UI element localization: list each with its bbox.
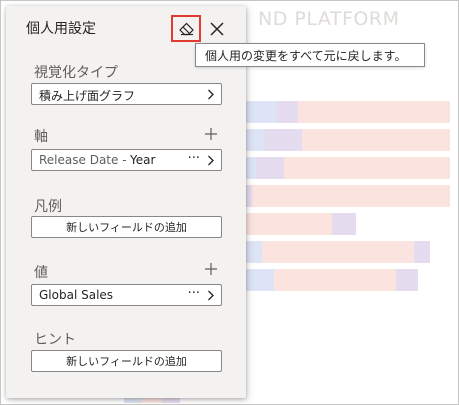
background-bar [276,101,298,123]
background-bar [298,101,450,123]
background-bar [284,157,450,179]
background-bar [332,213,356,235]
tooltips-add-field-button[interactable]: 新しいフィールドの追加 [31,350,222,372]
background-bar [246,269,274,291]
add-axis-plus-icon[interactable] [204,127,218,141]
chevron-right-icon[interactable] [207,155,215,166]
axis-label: 軸 [34,129,48,145]
axis-field-name: Release Date - [39,153,127,167]
chevron-right-icon[interactable] [207,290,215,301]
chevron-right-icon [208,89,214,100]
background-chart-title: ND PLATFORM [258,8,400,30]
background-bar [264,129,302,151]
values-field-well[interactable]: Global Sales ··· [31,284,222,306]
close-button[interactable] [206,18,228,40]
visual-type-dropdown[interactable]: 積み上げ面グラフ [31,83,222,105]
add-value-plus-icon[interactable] [204,262,218,276]
background-bar [414,241,430,263]
background-bar [274,269,396,291]
visual-type-label: 視覚化タイプ [34,65,118,81]
axis-field-hierarchy: Year [130,153,156,167]
background-bar [246,101,276,123]
background-bar [246,157,256,179]
tooltips-label: ヒント [34,332,76,348]
values-label: 値 [34,265,48,281]
more-options-icon[interactable]: ··· [188,151,200,166]
background-bar [252,185,450,207]
eraser-icon [178,22,194,35]
legend-add-field-button[interactable]: 新しいフィールドの追加 [31,216,222,238]
background-bar [262,241,414,263]
close-icon [210,22,224,36]
values-field-name: Global Sales [39,288,114,302]
panel-title: 個人用設定 [26,21,96,37]
background-bar [396,269,418,291]
reset-button[interactable] [171,15,201,42]
legend-label: 凡例 [34,199,62,215]
background-bar [246,213,332,235]
background-bar [256,157,284,179]
background-bar [302,129,450,151]
reset-tooltip: 個人用の変更をすべて元に戻します。 [195,43,425,67]
background-bar [246,129,264,151]
background-bar [246,241,262,263]
axis-field-well[interactable]: Release Date - Year ··· [31,149,222,171]
more-options-icon[interactable]: ··· [188,286,200,301]
visual-type-value: 積み上げ面グラフ [39,89,136,103]
